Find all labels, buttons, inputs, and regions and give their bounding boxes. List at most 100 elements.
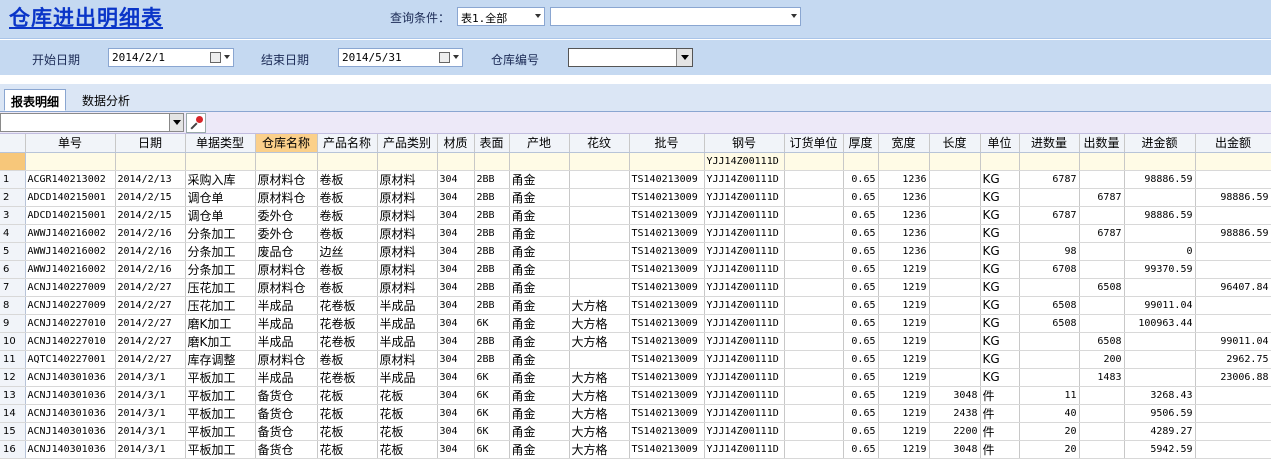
table-cell[interactable]: 304 [437, 386, 475, 405]
table-row[interactable]: 11 AQTC140227001 2014/2/27 库存调整 原材料仓 卷板 原材料 304… [0, 350, 1271, 369]
table-cell[interactable]: 1219 [878, 278, 930, 297]
table-cell[interactable]: 花板 [317, 404, 378, 423]
table-cell[interactable]: 6708 [1019, 260, 1080, 279]
table-cell[interactable]: 甬金 [509, 224, 570, 243]
table-cell[interactable]: 1219 [878, 296, 930, 315]
filter-cell[interactable] [843, 152, 879, 171]
table-row[interactable]: 7 ACNJ140227009 2014/2/27 压花加工 原材料仓 卷板 原材料 304 2… [0, 278, 1271, 297]
row-number[interactable]: 10 [0, 332, 26, 351]
table-cell[interactable]: 分条加工 [185, 260, 256, 279]
table-row[interactable]: 3 ADCD140215001 2014/2/15 调仓单 委外仓 卷板 原材料 304 2BB… [0, 206, 1271, 225]
table-cell[interactable]: 平板加工 [185, 422, 256, 441]
table-cell[interactable]: TS140213009 [629, 386, 705, 405]
table-cell[interactable]: TS140213009 [629, 188, 705, 207]
table-cell[interactable]: 98 [1019, 242, 1080, 261]
table-cell[interactable]: 2014/2/27 [115, 332, 186, 351]
table-cell[interactable]: 98886.59 [1124, 170, 1196, 189]
table-cell[interactable]: 20 [1019, 440, 1080, 459]
table-cell[interactable]: 304 [437, 368, 475, 387]
table-cell[interactable]: TS140213009 [629, 314, 705, 333]
table-cell[interactable] [1079, 242, 1125, 261]
table-cell[interactable]: 甬金 [509, 206, 570, 225]
table-cell[interactable]: 2014/2/27 [115, 350, 186, 369]
table-row[interactable]: 12 ACNJ140301036 2014/3/1 平板加工 半成品 花卷板 半成品 304 6… [0, 368, 1271, 387]
table-cell[interactable]: 备货仓 [255, 386, 318, 405]
tab-data-analysis[interactable]: 数据分析 [76, 89, 136, 111]
column-header[interactable]: 宽度 [878, 134, 930, 153]
table-cell[interactable]: 原材料仓 [255, 170, 318, 189]
table-cell[interactable]: 件 [980, 386, 1020, 405]
table-cell[interactable] [929, 368, 981, 387]
table-cell[interactable]: 6K [474, 386, 510, 405]
column-header[interactable]: 厚度 [843, 134, 879, 153]
table-cell[interactable] [1079, 314, 1125, 333]
end-date-picker[interactable]: 2014/5/31 [338, 48, 463, 67]
table-cell[interactable]: 3048 [929, 440, 981, 459]
table-cell[interactable]: 1219 [878, 350, 930, 369]
table-cell[interactable]: 6787 [1019, 170, 1080, 189]
table-cell[interactable]: 1219 [878, 332, 930, 351]
filter-cell[interactable] [629, 152, 705, 171]
table-cell[interactable]: 0.65 [843, 224, 879, 243]
table-cell[interactable] [1195, 440, 1271, 459]
table-cell[interactable]: 0.65 [843, 404, 879, 423]
row-number[interactable]: 6 [0, 260, 26, 279]
table-cell[interactable]: 库存调整 [185, 350, 256, 369]
table-cell[interactable]: 废品仓 [255, 242, 318, 261]
column-header[interactable]: 单据类型 [185, 134, 256, 153]
table-cell[interactable]: 304 [437, 332, 475, 351]
table-cell[interactable]: 0.65 [843, 260, 879, 279]
table-cell[interactable]: 件 [980, 422, 1020, 441]
table-cell[interactable]: 2BB [474, 170, 510, 189]
filter-cell[interactable] [1195, 152, 1271, 171]
table-cell[interactable]: TS140213009 [629, 224, 705, 243]
table-cell[interactable]: TS140213009 [629, 350, 705, 369]
table-cell[interactable]: 304 [437, 296, 475, 315]
table-cell[interactable]: ACNJ140301036 [25, 404, 116, 423]
table-cell[interactable] [1079, 404, 1125, 423]
table-cell[interactable]: 0.65 [843, 314, 879, 333]
table-cell[interactable]: 原材料 [377, 206, 438, 225]
table-cell[interactable] [1019, 278, 1080, 297]
row-number[interactable]: 12 [0, 368, 26, 387]
table-cell[interactable]: YJJ14Z00111D [704, 224, 785, 243]
row-number[interactable]: 13 [0, 386, 26, 405]
table-cell[interactable]: 平板加工 [185, 404, 256, 423]
filter-cell[interactable] [1124, 152, 1196, 171]
table-cell[interactable] [569, 188, 630, 207]
table-cell[interactable]: 压花加工 [185, 278, 256, 297]
table-cell[interactable] [1079, 260, 1125, 279]
chevron-down-icon[interactable] [453, 55, 459, 59]
row-number[interactable]: 5 [0, 242, 26, 261]
table-cell[interactable]: 半成品 [377, 296, 438, 315]
table-cell[interactable] [1079, 440, 1125, 459]
table-cell[interactable]: 11 [1019, 386, 1080, 405]
table-cell[interactable] [1079, 296, 1125, 315]
table-cell[interactable] [1019, 188, 1080, 207]
table-cell[interactable]: 花卷板 [317, 368, 378, 387]
calendar-icon[interactable] [210, 52, 221, 63]
table-row[interactable]: 8 ACNJ140227009 2014/2/27 压花加工 半成品 花卷板 半成品 304 2… [0, 296, 1271, 315]
table-cell[interactable]: 2014/2/27 [115, 314, 186, 333]
table-cell[interactable]: 大方格 [569, 368, 630, 387]
table-cell[interactable]: 304 [437, 260, 475, 279]
chevron-down-icon[interactable] [224, 55, 230, 59]
table-cell[interactable]: 甬金 [509, 350, 570, 369]
table-cell[interactable] [784, 224, 844, 243]
row-number[interactable]: 14 [0, 404, 26, 423]
table-cell[interactable]: 304 [437, 350, 475, 369]
table-cell[interactable] [1124, 278, 1196, 297]
table-cell[interactable]: 采购入库 [185, 170, 256, 189]
row-number[interactable]: 4 [0, 224, 26, 243]
table-cell[interactable] [1019, 368, 1080, 387]
table-cell[interactable]: 1236 [878, 206, 930, 225]
table-cell[interactable] [1079, 170, 1125, 189]
table-cell[interactable]: TS140213009 [629, 260, 705, 279]
column-header[interactable]: 钢号 [704, 134, 785, 153]
table-cell[interactable]: 大方格 [569, 386, 630, 405]
table-cell[interactable]: TS140213009 [629, 332, 705, 351]
table-cell[interactable]: 卷板 [317, 224, 378, 243]
table-cell[interactable] [784, 404, 844, 423]
column-header[interactable]: 日期 [115, 134, 186, 153]
table-cell[interactable]: 花板 [377, 422, 438, 441]
